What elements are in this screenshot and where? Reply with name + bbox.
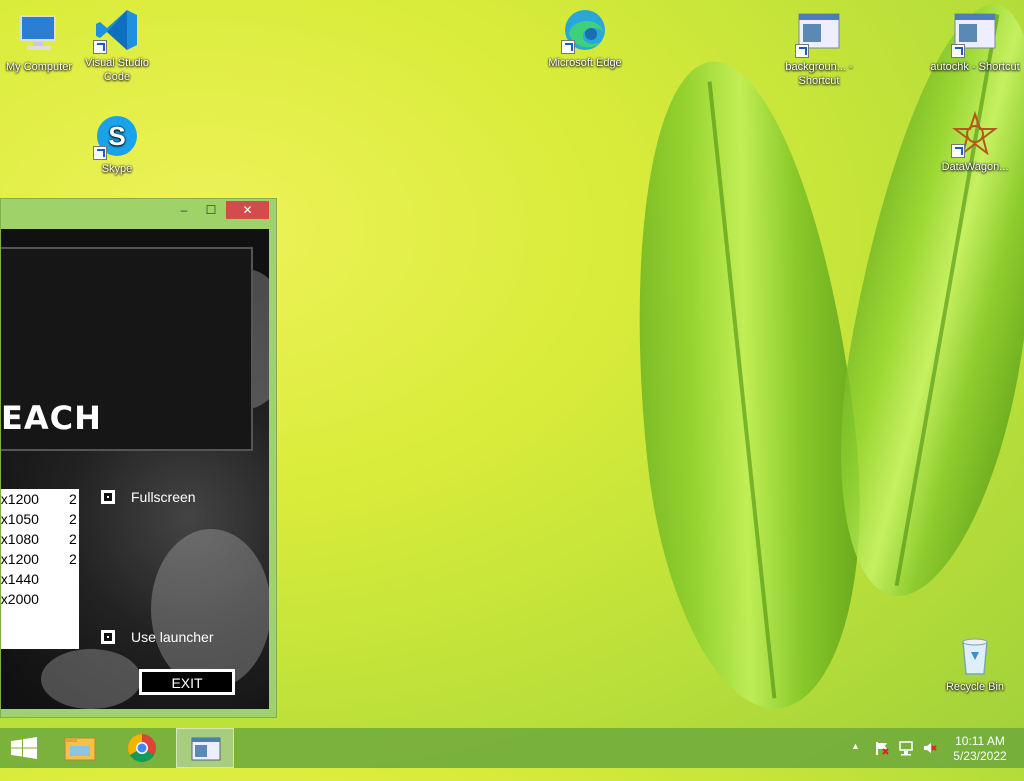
- list-item[interactable]: 0x1200 2: [1, 549, 79, 569]
- desktop-icon-recycle-bin[interactable]: Recycle Bin: [930, 630, 1020, 694]
- desktop-icon-label: backgroun... - Shortcut: [785, 61, 853, 87]
- edge-icon: [561, 6, 609, 54]
- window-app-icon: [795, 10, 843, 58]
- computer-icon: [15, 10, 63, 58]
- maximize-button[interactable]: ☐: [199, 201, 223, 219]
- launcher-body: EACH 0x1200 2 0x1050 2 0x1080 2 0x1200 2 0x1…: [1, 229, 269, 709]
- list-item[interactable]: 0x1440: [1, 569, 79, 589]
- action-center-flag-icon[interactable]: [874, 740, 890, 780]
- vscode-icon: [93, 6, 141, 54]
- taskbar-chrome[interactable]: [118, 728, 166, 768]
- resolution-value: 0x1080: [1, 531, 39, 547]
- fullscreen-label: Fullscreen: [131, 489, 196, 505]
- use-launcher-label: Use launcher: [131, 629, 214, 645]
- start-button[interactable]: [0, 728, 48, 768]
- network-icon[interactable]: [898, 740, 914, 780]
- desktop-icon-skype[interactable]: S Skype: [72, 112, 162, 176]
- folder-icon: [64, 737, 96, 761]
- taskbar-launcher-app[interactable]: [176, 728, 234, 768]
- desktop-icon-label: Microsoft Edge: [548, 57, 622, 69]
- list-item[interactable]: 0x1050 2: [1, 509, 79, 529]
- desktop-icon-background-shortcut[interactable]: backgroun... - Shortcut: [774, 10, 864, 88]
- volume-muted-icon[interactable]: [922, 740, 938, 780]
- resolution-value: 0x1050: [1, 511, 39, 527]
- taskbar-file-explorer[interactable]: [56, 728, 104, 768]
- resolution-value: 0x1200: [1, 551, 39, 567]
- resolution-list[interactable]: 0x1200 2 0x1050 2 0x1080 2 0x1200 2 0x1440 0…: [1, 489, 79, 649]
- desktop-icon-label: DataWagon...: [941, 161, 1009, 173]
- window-app-icon: [951, 10, 999, 58]
- close-button[interactable]: ✕: [226, 201, 269, 219]
- desktop-icon-autochk-shortcut[interactable]: autochk - Shortcut: [930, 10, 1020, 74]
- exit-button[interactable]: EXIT: [139, 669, 235, 695]
- resolution-value: 0x2000: [1, 591, 39, 607]
- window-app-icon: [191, 737, 221, 761]
- use-launcher-checkbox[interactable]: Use launcher: [101, 629, 214, 645]
- clock-time: 10:11 AM: [955, 734, 1005, 748]
- resolution-value: 0x1200: [1, 491, 39, 507]
- desktop-icon-label: Skype: [101, 163, 133, 175]
- shortcut-arrow-icon: [951, 144, 965, 158]
- game-logo-banner: EACH: [1, 247, 253, 451]
- refresh-value: 2: [69, 531, 77, 547]
- show-hidden-icons-button[interactable]: ▲: [851, 741, 860, 781]
- desktop-icon-label: Recycle Bin: [945, 681, 1005, 693]
- desktop-icon-label: Visual Studio Code: [84, 57, 149, 83]
- grunge-texture: [41, 649, 141, 709]
- window-title-bar[interactable]: ‒ ☐ ✕: [1, 199, 276, 221]
- svg-text:S: S: [108, 121, 125, 151]
- resolution-value: 0x1440: [1, 571, 39, 587]
- windows-logo-icon: [11, 737, 37, 759]
- shortcut-arrow-icon: [93, 40, 107, 54]
- checkbox-box[interactable]: [101, 490, 115, 504]
- skype-icon: S: [93, 112, 141, 160]
- recycle-bin-icon: [951, 630, 999, 678]
- refresh-value: 2: [69, 491, 77, 507]
- refresh-value: 2: [69, 511, 77, 527]
- desktop-icon-label: My Computer: [5, 61, 73, 73]
- fullscreen-checkbox[interactable]: Fullscreen: [101, 489, 196, 505]
- minimize-button[interactable]: ‒: [173, 201, 195, 219]
- chrome-icon: [128, 734, 156, 762]
- datawagon-icon: [951, 110, 999, 158]
- taskbar-clock[interactable]: 10:11 AM 5/23/2022: [945, 734, 1015, 764]
- list-item[interactable]: 0x1080 2: [1, 529, 79, 549]
- shortcut-arrow-icon: [951, 44, 965, 58]
- shortcut-arrow-icon: [561, 40, 575, 54]
- refresh-value: 2: [69, 551, 77, 567]
- wallpaper-leaf: [606, 50, 884, 720]
- desktop-icon-vscode[interactable]: Visual Studio Code: [72, 6, 162, 84]
- desktop-icon-edge[interactable]: Microsoft Edge: [540, 6, 630, 70]
- list-item[interactable]: 0x1200 2: [1, 489, 79, 509]
- desktop-icon-label: autochk - Shortcut: [930, 61, 1020, 73]
- launcher-window[interactable]: ‒ ☐ ✕ EACH 0x1200 2 0x1050 2 0x1080 2 0x120…: [0, 198, 277, 718]
- game-logo-text: EACH: [1, 399, 102, 437]
- shortcut-arrow-icon: [93, 146, 107, 160]
- grunge-texture: [151, 529, 269, 689]
- checkbox-box[interactable]: [101, 630, 115, 644]
- desktop-icon-datawagon[interactable]: DataWagon...: [930, 110, 1020, 174]
- clock-date: 5/23/2022: [953, 749, 1007, 763]
- list-item[interactable]: 0x2000: [1, 589, 79, 609]
- taskbar: ▲ 10:11 AM 5/23/2022: [0, 728, 1024, 768]
- shortcut-arrow-icon: [795, 44, 809, 58]
